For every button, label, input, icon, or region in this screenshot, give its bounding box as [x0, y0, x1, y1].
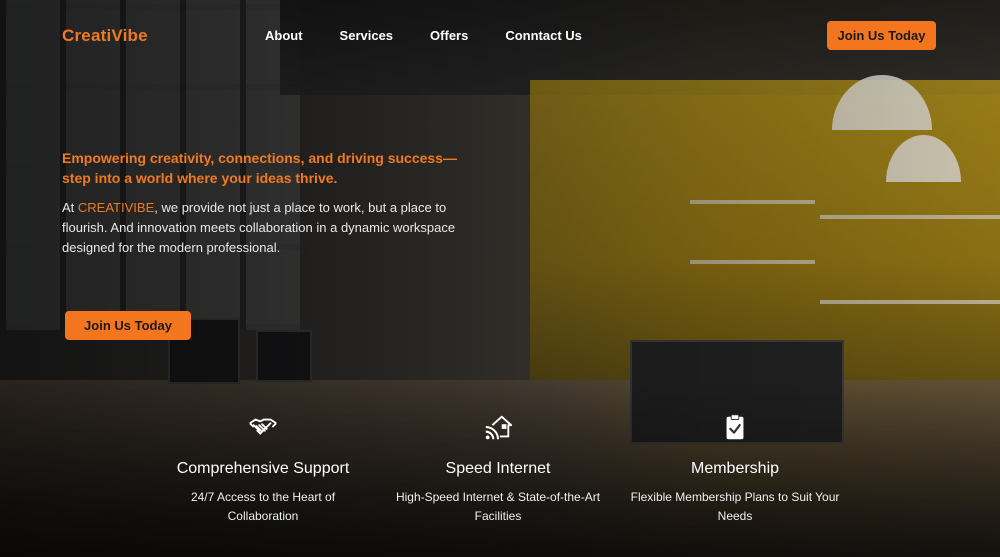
feature-description: Flexible Membership Plans to Suit Your N…	[630, 490, 840, 523]
logo[interactable]: CreatiVibe	[62, 26, 148, 46]
hero-brand-name: CREATIVIBE	[77, 200, 155, 215]
feature-title: Membership	[690, 460, 780, 477]
hero-section: Empowering creativity, connections, and …	[62, 148, 462, 258]
feature-description: 24/7 Access to the Heart of Collaboratio…	[190, 490, 336, 523]
nav-link-contact[interactable]: Conntact Us	[505, 28, 582, 43]
feature-comprehensive-support: Comprehensive Support 24/7 Access to the…	[143, 412, 383, 526]
nav-link-about[interactable]: About	[265, 28, 303, 43]
hero-description: At CREATIVIBE, we provide not just a pla…	[62, 198, 462, 258]
nav-link-offers[interactable]: Offers	[430, 28, 468, 43]
wifi-house-icon	[485, 415, 513, 440]
navbar: CreatiVibe About Services Offers Conntac…	[0, 0, 1000, 70]
feature-description: High-Speed Internet & State-of-the-Art F…	[395, 490, 601, 523]
feature-title: Comprehensive Support	[176, 460, 350, 477]
clipboard-check-icon	[726, 414, 744, 440]
hero-headline: Empowering creativity, connections, and …	[62, 150, 457, 186]
feature-title: Speed Internet	[445, 460, 551, 477]
feature-speed-internet: Speed Internet High-Speed Internet & Sta…	[378, 412, 618, 526]
join-us-nav-button[interactable]: Join Us Today	[827, 21, 936, 50]
handshake-icon	[249, 418, 277, 435]
nav-links: About Services Offers Conntact Us	[265, 28, 619, 43]
hero-description-prefix: At	[62, 200, 78, 215]
feature-membership: Membership Flexible Membership Plans to …	[615, 412, 855, 526]
join-us-hero-button[interactable]: Join Us Today	[65, 311, 191, 340]
nav-link-services[interactable]: Services	[340, 28, 394, 43]
